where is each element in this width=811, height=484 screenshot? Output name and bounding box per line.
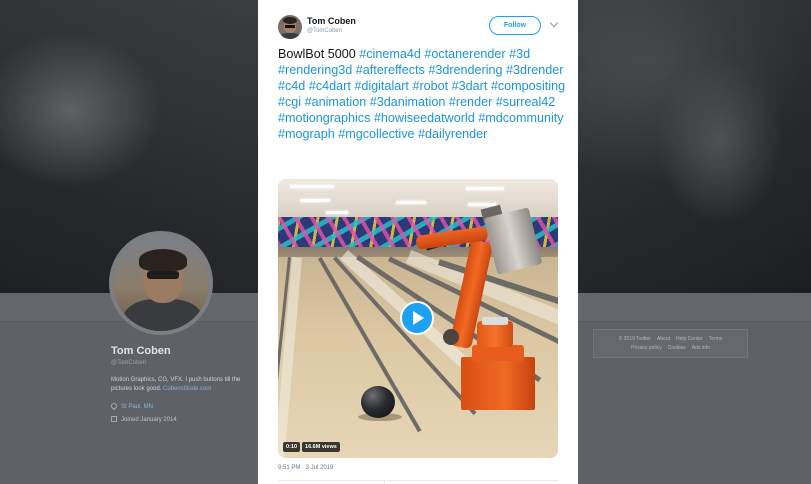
play-button[interactable]: [400, 301, 434, 335]
location-pin-icon: [109, 401, 119, 411]
hashtag-link[interactable]: #mdcommunity: [478, 111, 563, 125]
video-bowling-ball: [361, 386, 395, 418]
caret-down-icon[interactable]: [549, 18, 559, 28]
hashtag-link[interactable]: #surreal42: [496, 95, 556, 109]
footer-link-terms[interactable]: Terms: [709, 336, 723, 342]
hashtag-link[interactable]: #3d: [509, 47, 530, 61]
hashtag-link[interactable]: #render: [449, 95, 492, 109]
footer-link-copyright[interactable]: © 2019 Twitter: [619, 336, 651, 342]
calendar-icon: [111, 416, 117, 422]
profile-avatar[interactable]: [109, 231, 213, 335]
profile-joined-text: Joined January 2014: [121, 417, 177, 423]
video-duration: 0:10: [283, 442, 301, 452]
tweet-video[interactable]: 0:10 16.6M views: [278, 179, 558, 458]
hashtag-link[interactable]: #c4dart: [309, 79, 351, 93]
hashtag-link[interactable]: #cgi: [278, 95, 301, 109]
hashtag-link[interactable]: #cinema4d: [359, 47, 421, 61]
tweet-card: Tom Coben @TomCoben Follow BowlBot 5000 …: [258, 0, 578, 484]
hashtag-link[interactable]: #robot: [412, 79, 448, 93]
footer-link-ads[interactable]: Ads info: [692, 345, 710, 351]
footer-links-box: © 2019 Twitter About Help Center Terms Priv…: [593, 329, 748, 358]
footer-link-about[interactable]: About: [657, 336, 670, 342]
profile-bio: Motion Graphics, CG, VFX. I push buttons…: [111, 376, 261, 394]
footer-link-privacy[interactable]: Privacy policy: [631, 345, 662, 351]
profile-joined: Joined January 2014: [111, 416, 177, 423]
hashtag-link[interactable]: #c4d: [278, 79, 305, 93]
tweet-text-lead: BowlBot 5000: [278, 47, 360, 61]
tweet-author-avatar[interactable]: [278, 15, 302, 39]
hashtag-link[interactable]: #3dart: [452, 79, 488, 93]
hashtag-link[interactable]: #mgcollective: [338, 127, 414, 141]
tweet-author-handle: @TomCoben: [307, 28, 343, 34]
hashtag-link[interactable]: #3drendering: [428, 63, 502, 77]
video-views: 16.6M views: [302, 442, 340, 452]
video-badges: 0:10 16.6M views: [283, 442, 340, 452]
tweet-hashtags: #cinema4d #octanerender #3d #rendering3d…: [278, 47, 565, 141]
hashtag-link[interactable]: #howiseedatworld: [374, 111, 475, 125]
profile-location-text[interactable]: St Paul, MN: [121, 404, 153, 410]
hashtag-link[interactable]: #digitalart: [354, 79, 409, 93]
profile-name[interactable]: Tom Coben: [111, 345, 171, 357]
hashtag-link[interactable]: #mograph: [278, 127, 335, 141]
hashtag-link[interactable]: #3drender: [506, 63, 563, 77]
hashtag-link[interactable]: #aftereffects: [356, 63, 425, 77]
hashtag-link[interactable]: #octanerender: [424, 47, 505, 61]
hashtag-link[interactable]: #3danimation: [370, 95, 446, 109]
footer-link-help[interactable]: Help Center: [676, 336, 703, 342]
tweet-text: BowlBot 5000 #cinema4d #octanerender #3d…: [278, 46, 568, 142]
hashtag-link[interactable]: #dailyrender: [418, 127, 487, 141]
hashtag-link[interactable]: #rendering3d: [278, 63, 352, 77]
footer-links: © 2019 Twitter About Help Center Terms Priv…: [594, 335, 747, 353]
follow-button[interactable]: Follow: [489, 16, 541, 35]
video-robot-base: [461, 357, 535, 410]
profile-bio-link[interactable]: Cobenstitude.com: [163, 386, 211, 392]
hashtag-link[interactable]: #animation: [305, 95, 367, 109]
card-divider: [278, 480, 558, 481]
footer-link-cookies[interactable]: Cookies: [668, 345, 686, 351]
hashtag-link[interactable]: #motiongraphics: [278, 111, 370, 125]
tweet-timestamp[interactable]: 9:51 PM · 3 Jul 2019: [278, 465, 333, 471]
hashtag-link[interactable]: #compositing: [491, 79, 565, 93]
profile-handle: @TomCoben: [111, 360, 147, 366]
profile-location: St Paul, MN: [109, 401, 153, 411]
tweet-author-name[interactable]: Tom Coben: [307, 16, 356, 26]
play-icon: [413, 311, 424, 325]
